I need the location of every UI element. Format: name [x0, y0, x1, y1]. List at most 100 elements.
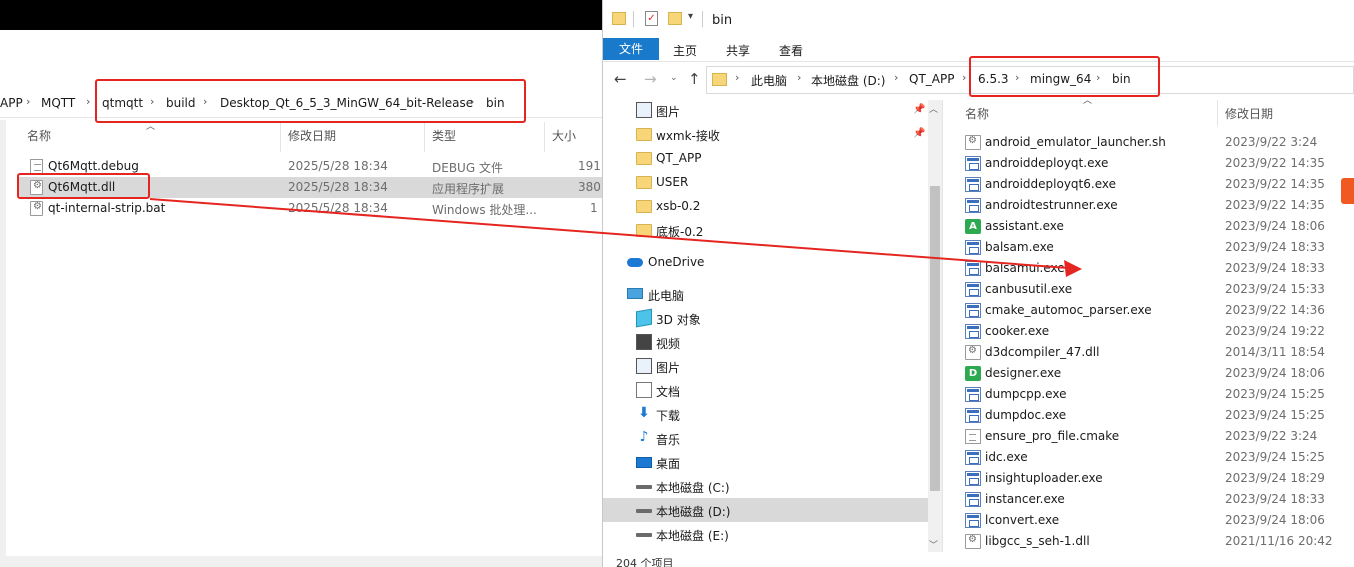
nav-item-diban[interactable]: 底板-0.2 [603, 218, 928, 242]
folder-icon[interactable] [612, 12, 626, 25]
desktop: APP › MQTT › qtmqtt › build › Desktop_Qt… [0, 0, 1354, 567]
file-name: androiddeployqt6.exe [985, 177, 1116, 191]
breadcrumb-separator-icon[interactable]: › [86, 95, 90, 108]
file-row[interactable]: ensure_pro_file.cmake 2023/9/22 3:24 [960, 426, 1354, 447]
column-divider[interactable] [424, 122, 425, 152]
file-row[interactable]: balsamui.exe 2023/9/24 18:33 [960, 258, 1354, 279]
file-row[interactable]: dumpcpp.exe 2023/9/24 15:25 [960, 384, 1354, 405]
nav-item-drive-d-selected[interactable]: 本地磁盘 (D:) [603, 498, 928, 522]
file-row[interactable]: libgcc_s_seh-1.dll 2021/11/16 20:42 [960, 531, 1354, 552]
breadcrumb-separator-icon[interactable]: › [797, 71, 801, 84]
pictures-icon [636, 358, 652, 374]
file-name: balsamui.exe [985, 261, 1065, 275]
tab-view[interactable]: 查看 [779, 42, 803, 59]
back-arrow-icon[interactable]: ← [614, 70, 627, 88]
scroll-down-icon[interactable]: ﹀ [929, 538, 938, 551]
breadcrumb-item[interactable]: APP [0, 96, 23, 110]
breadcrumb-item[interactable]: QT_APP [909, 72, 954, 86]
nav-item-wxmk[interactable]: wxmk-接收 📌 [603, 122, 928, 146]
file-row[interactable]: qt-internal-strip.bat 2025/5/28 18:34 Wi… [18, 198, 602, 219]
file-row[interactable]: insightuploader.exe 2023/9/24 18:29 [960, 468, 1354, 489]
dll-icon [965, 534, 981, 549]
pin-icon[interactable]: 📌 [913, 104, 925, 115]
nav-item-onedrive[interactable]: OneDrive [603, 250, 928, 274]
breadcrumb-separator-icon[interactable]: › [894, 71, 898, 84]
forward-arrow-icon[interactable]: → [644, 70, 657, 88]
pane-divider[interactable] [942, 100, 943, 552]
folder-icon [636, 176, 652, 189]
nav-pane-scrollbar-thumb[interactable] [930, 186, 940, 491]
breadcrumb-separator-icon[interactable]: › [26, 95, 30, 108]
scroll-up-icon[interactable]: ︿ [929, 102, 938, 115]
nav-item-drive-c[interactable]: 本地磁盘 (C:) [603, 474, 928, 498]
file-date: 2023/9/22 14:35 [1225, 156, 1325, 170]
exe-icon [965, 240, 981, 255]
breadcrumb-separator-icon[interactable]: › [962, 71, 966, 84]
column-header-date[interactable]: 修改日期 [1225, 105, 1273, 122]
file-date: 2023/9/24 15:25 [1225, 387, 1325, 401]
file-row[interactable]: lconvert.exe 2023/9/24 18:06 [960, 510, 1354, 531]
file-name: canbusutil.exe [985, 282, 1073, 296]
file-row[interactable]: androiddeployqt6.exe 2023/9/22 14:35 [960, 174, 1354, 195]
nav-item-desktop[interactable]: 桌面 [603, 450, 928, 474]
column-divider[interactable] [280, 122, 281, 152]
up-arrow-icon[interactable]: ↑ [688, 70, 701, 88]
file-name: cooker.exe [985, 324, 1050, 338]
file-row[interactable]: balsam.exe 2023/9/24 18:33 [960, 237, 1354, 258]
file-date: 2023/9/24 18:33 [1225, 492, 1325, 506]
column-divider[interactable] [1217, 100, 1218, 126]
column-header-type[interactable]: 类型 [432, 127, 456, 144]
tab-home[interactable]: 主页 [673, 42, 697, 59]
file-row[interactable]: instancer.exe 2023/9/24 18:33 [960, 489, 1354, 510]
nav-item-drive-e[interactable]: 本地磁盘 (E:) [603, 522, 928, 546]
column-header-name[interactable]: 名称 [965, 105, 989, 122]
column-header-size[interactable]: 大小 [552, 127, 576, 144]
file-row[interactable]: Aassistant.exe 2023/9/24 18:06 [960, 216, 1354, 237]
app-badge-icon[interactable] [1341, 178, 1354, 204]
column-header-date[interactable]: 修改日期 [288, 127, 336, 144]
pin-icon[interactable]: 📌 [913, 128, 925, 139]
file-row[interactable]: d3dcompiler_47.dll 2014/3/11 18:54 [960, 342, 1354, 363]
nav-item-downloads[interactable]: ⬇ 下载 [603, 402, 928, 426]
breadcrumb-item[interactable]: 本地磁盘 (D:) [811, 72, 885, 89]
column-header-name[interactable]: 名称 [27, 127, 51, 144]
file-row[interactable]: androiddeployqt.exe 2023/9/22 14:35 [960, 153, 1354, 174]
file-row[interactable]: idc.exe 2023/9/24 15:25 [960, 447, 1354, 468]
file-date: 2023/9/24 15:25 [1225, 450, 1325, 464]
nav-item-3d-objects[interactable]: 3D 对象 [603, 306, 928, 330]
file-date: 2023/9/22 3:24 [1225, 429, 1318, 443]
customize-toolbar-dropdown-icon[interactable]: ▾ [688, 11, 693, 22]
nav-item-user[interactable]: USER [603, 170, 928, 194]
nav-item-documents[interactable]: 文档 [603, 378, 928, 402]
nav-item-label: 图片 [656, 105, 681, 119]
file-row[interactable]: android_emulator_launcher.sh 2023/9/22 3:… [960, 132, 1354, 153]
file-row[interactable]: androidtestrunner.exe 2023/9/22 14:35 [960, 195, 1354, 216]
nav-item-pictures[interactable]: 图片 [603, 354, 928, 378]
file-name: android_emulator_launcher.sh [985, 135, 1166, 149]
nav-item-qt-app[interactable]: QT_APP [603, 146, 928, 170]
new-folder-icon[interactable] [668, 12, 682, 25]
file-name: insightuploader.exe [985, 471, 1103, 485]
nav-item-videos[interactable]: 视频 [603, 330, 928, 354]
file-row[interactable]: dumpdoc.exe 2023/9/24 15:25 [960, 405, 1354, 426]
breadcrumb-item[interactable]: MQTT [41, 96, 75, 110]
column-divider[interactable] [544, 122, 545, 152]
file-row[interactable]: canbusutil.exe 2023/9/24 15:33 [960, 279, 1354, 300]
nav-item-this-pc[interactable]: 此电脑 [603, 282, 928, 306]
nav-item-xsb[interactable]: xsb-0.2 [603, 194, 928, 218]
file-row[interactable]: cooker.exe 2023/9/24 19:22 [960, 321, 1354, 342]
tab-share[interactable]: 共享 [726, 42, 750, 59]
nav-item-music[interactable]: ♪ 音乐 [603, 426, 928, 450]
recent-locations-chevron-icon[interactable]: ⌄ [670, 73, 678, 83]
file-row[interactable]: Ddesigner.exe 2023/9/24 18:06 [960, 363, 1354, 384]
breadcrumb-item[interactable]: 此电脑 [751, 72, 787, 89]
nav-item-pictures-pinned[interactable]: 图片 📌 [603, 98, 928, 122]
file-row[interactable]: cmake_automoc_parser.exe 2023/9/22 14:36 [960, 300, 1354, 321]
tab-file[interactable]: 文件 [603, 38, 659, 60]
properties-icon[interactable]: ✓ [645, 11, 658, 26]
exe-icon [965, 198, 981, 213]
breadcrumb-separator-icon[interactable]: › [735, 71, 739, 84]
left-horizontal-scrollbar[interactable] [0, 556, 602, 567]
file-date: 2023/9/22 3:24 [1225, 135, 1318, 149]
folder-icon [636, 128, 652, 141]
